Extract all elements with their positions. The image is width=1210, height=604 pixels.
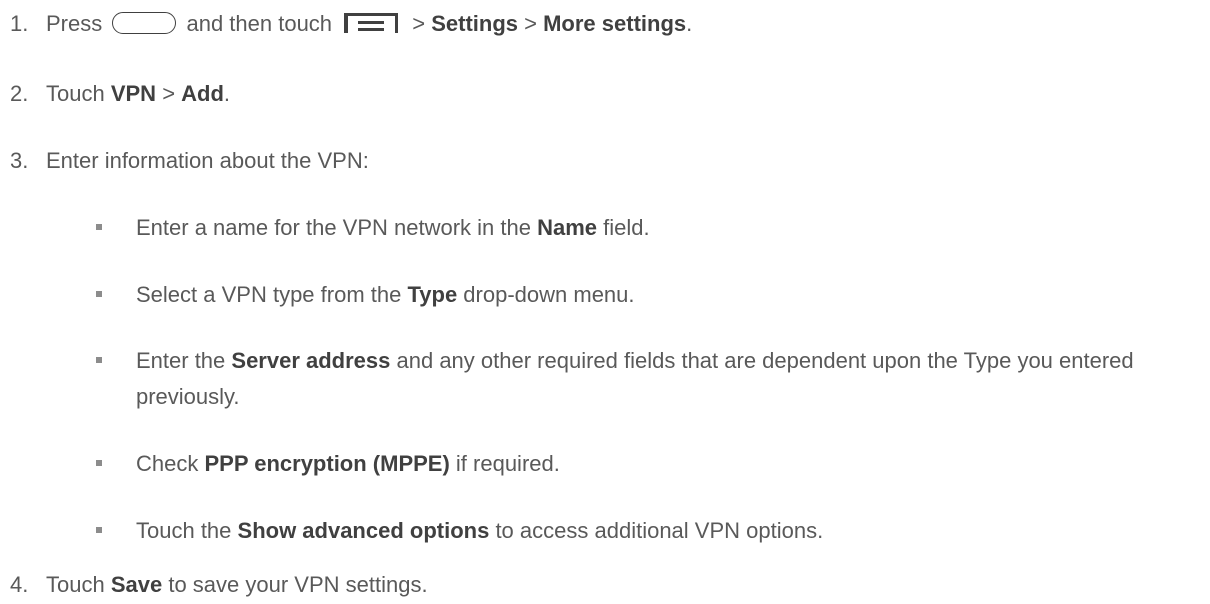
bullet-marker bbox=[96, 291, 102, 297]
step-text: Touch VPN > Add. bbox=[46, 81, 231, 106]
step-number: 2. bbox=[10, 81, 29, 106]
more-settings-label: More settings bbox=[543, 11, 687, 36]
step-number: 3. bbox=[10, 148, 29, 173]
save-label: Save bbox=[110, 572, 163, 597]
home-key-icon bbox=[112, 12, 177, 35]
add-label: Add bbox=[181, 81, 224, 106]
step-number: 1. bbox=[10, 11, 29, 36]
bullet-marker bbox=[96, 527, 102, 533]
vpn-instructions: 1. Press and then touch > Settings > Mor… bbox=[10, 11, 1134, 597]
step-number: 4. bbox=[10, 572, 29, 597]
step-text: Enter information about the VPN: bbox=[46, 148, 369, 173]
bullet-marker bbox=[96, 357, 102, 363]
vpn-label: VPN bbox=[110, 81, 157, 106]
bullet-marker bbox=[96, 460, 102, 466]
step-text: Touch Save to save your VPN settings. bbox=[46, 572, 428, 597]
menu-key-icon bbox=[342, 11, 402, 35]
bullet-marker bbox=[96, 224, 102, 230]
step-text: Press and then touch > Settings > More s… bbox=[46, 11, 693, 36]
settings-label: Settings bbox=[431, 11, 519, 36]
